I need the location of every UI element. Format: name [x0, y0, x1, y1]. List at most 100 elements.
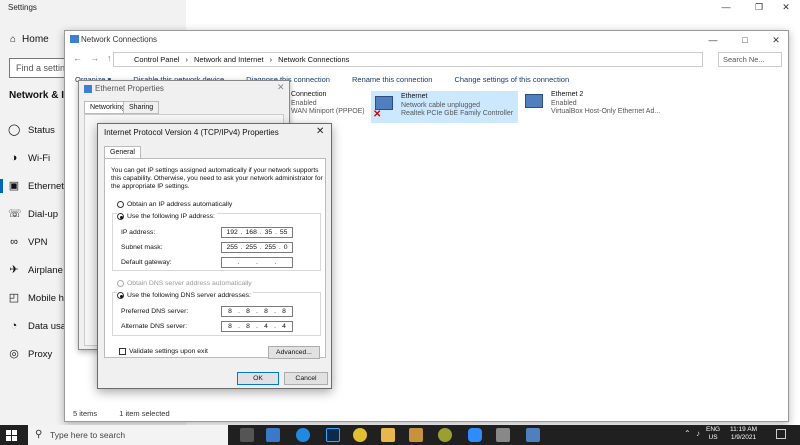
octet: 8	[282, 308, 286, 315]
close-icon[interactable]: ✕	[316, 126, 324, 137]
notification-icon[interactable]	[776, 429, 786, 439]
connection-device: WAN Miniport (PPPOE)	[291, 108, 365, 115]
ok-button[interactable]: OK	[237, 372, 279, 385]
nav-item-status[interactable]: ◯ Status	[8, 124, 55, 136]
nav-item-proxy[interactable]: ◎ Proxy	[8, 348, 52, 360]
ip-address-field[interactable]: 192. 168. 35. 55	[221, 227, 293, 238]
octet: 255	[245, 244, 257, 251]
language-indicator[interactable]: ENG US	[706, 426, 720, 442]
ip-label: IP address:	[121, 229, 156, 236]
minimize-icon[interactable]: —	[699, 33, 727, 47]
settings-title: Settings	[8, 3, 37, 12]
error-x-icon: ✕	[373, 109, 382, 120]
checkbox-box	[119, 348, 126, 355]
connection-item[interactable]: Connection Enabled WAN Miniport (PPPOE)	[291, 91, 365, 117]
connection-item-selected[interactable]: ✕ Ethernet Network cable unplugged Realt…	[371, 91, 518, 123]
connection-device: Realtek PCIe GbE Family Controller	[401, 110, 514, 117]
connection-device: VirtualBox Host-Only Ethernet Ad...	[551, 108, 661, 115]
maximize-icon[interactable]: □	[731, 33, 759, 47]
network-connections-icon[interactable]	[526, 428, 540, 442]
search-input[interactable]: Search Ne...	[718, 52, 782, 67]
status-bar: 5 items 1 item selected	[73, 409, 170, 418]
connection-status: Network cable unplugged	[401, 101, 480, 109]
breadcrumb-item[interactable]: Control Panel	[134, 55, 179, 64]
selection-count: 1 item selected	[119, 409, 170, 418]
back-icon[interactable]: ←	[73, 53, 82, 63]
octet: 55	[279, 229, 288, 236]
tray-chevron-icon[interactable]: ⌃	[684, 429, 691, 438]
connection-item[interactable]: Ethernet 2 Enabled VirtualBox Host-Only …	[523, 91, 660, 117]
task-view-icon[interactable]	[240, 428, 254, 442]
time: 11:19 AM	[730, 426, 757, 433]
octet: 192	[226, 229, 238, 236]
radio-dot	[117, 292, 124, 299]
forward-icon[interactable]: →	[90, 53, 99, 63]
photoshop-icon[interactable]	[326, 428, 340, 442]
nav-buttons: ← → ↑	[73, 53, 112, 63]
obtain-ip-radio[interactable]: Obtain an IP address automatically	[117, 201, 232, 208]
alternate-dns-label: Alternate DNS server:	[121, 323, 188, 330]
ethernet-icon: ▣	[8, 180, 20, 192]
subnet-label: Subnet mask:	[121, 244, 163, 251]
volume-icon[interactable]: ♪	[696, 429, 700, 438]
wifi-icon: ◑	[10, 152, 18, 164]
rename-button[interactable]: Rename this connection	[352, 75, 432, 84]
ethernet-adapter-icon	[523, 91, 547, 115]
proxy-icon: ◎	[9, 348, 19, 360]
octet: 35	[264, 229, 273, 236]
minimize-icon[interactable]: —	[712, 0, 740, 14]
validate-checkbox[interactable]: Validate settings upon exit	[119, 348, 208, 355]
window-title: Network Connections	[81, 35, 158, 44]
breadcrumb-item[interactable]: Network and Internet	[194, 55, 264, 64]
zoom-icon[interactable]	[468, 428, 482, 442]
taskbar: Type here to search ⚲ ⌃ ♪ ENG US 11:19 A…	[0, 425, 800, 445]
connection-status: Enabled	[291, 99, 317, 107]
octet: 4	[282, 323, 286, 330]
obtain-dns-radio[interactable]: Obtain DNS server address automatically	[117, 280, 252, 287]
radio-label: Use the following IP address:	[127, 213, 215, 220]
octet: 168	[245, 229, 257, 236]
breadcrumb-item[interactable]: Network Connections	[278, 55, 349, 64]
close-icon[interactable]: ✕	[277, 82, 285, 93]
settings-gear-icon[interactable]	[496, 428, 510, 442]
octet: 4	[264, 323, 268, 330]
nav-item-dialup[interactable]: ☏ Dial-up	[8, 208, 58, 220]
up-icon[interactable]: ↑	[107, 53, 112, 63]
address-bar[interactable]: Control Panel › Network and Internet › Net…	[113, 52, 703, 67]
data-usage-icon: ◔	[10, 320, 18, 332]
change-settings-button[interactable]: Change settings of this connection	[454, 75, 569, 84]
close-icon[interactable]: ✕	[762, 33, 790, 47]
advanced-button[interactable]: Advanced...	[268, 346, 320, 359]
cancel-button[interactable]: Cancel	[284, 372, 328, 385]
clock[interactable]: 11:19 AM 1/9/2021	[730, 426, 757, 442]
tab-sharing[interactable]: Sharing	[123, 101, 160, 114]
taskbar-search-input[interactable]: Type here to search	[28, 425, 228, 445]
chrome-icon[interactable]	[353, 428, 367, 442]
close-icon[interactable]: ✕	[772, 0, 800, 14]
connection-name: Connection	[291, 91, 327, 98]
adapter-icon	[84, 85, 92, 93]
preferred-dns-label: Preferred DNS server:	[121, 308, 189, 315]
file-explorer-icon[interactable]	[381, 428, 395, 442]
default-gateway-field[interactable]: ...	[221, 257, 293, 268]
start-icon[interactable]	[6, 430, 17, 441]
preferred-dns-field[interactable]: 8.8.8.8	[221, 306, 293, 317]
use-ip-radio[interactable]: Use the following IP address:	[117, 213, 217, 220]
octet: 8	[228, 323, 232, 330]
app-icon[interactable]	[438, 428, 452, 442]
restore-icon[interactable]: ❐	[745, 0, 773, 14]
home-link[interactable]: ⌂ Home	[10, 34, 49, 45]
alternate-dns-field[interactable]: 8.8.4.4	[221, 321, 293, 332]
nav-item-wifi[interactable]: ◑ Wi-Fi	[8, 152, 50, 164]
store-icon[interactable]	[266, 428, 280, 442]
radio-dot	[117, 280, 124, 287]
subnet-mask-field[interactable]: 255. 255. 255. 0	[221, 242, 293, 253]
edge-icon[interactable]	[296, 428, 310, 442]
app-icon[interactable]	[409, 428, 423, 442]
radio-label: Obtain an IP address automatically	[127, 201, 233, 208]
nav-item-vpn[interactable]: ∞ VPN	[8, 236, 47, 248]
use-dns-radio[interactable]: Use the following DNS server addresses:	[117, 292, 253, 299]
radio-dot	[117, 213, 124, 220]
ethernet-adapter-icon: ✕	[373, 93, 397, 120]
nav-item-ethernet[interactable]: ▣ Ethernet	[0, 179, 64, 193]
